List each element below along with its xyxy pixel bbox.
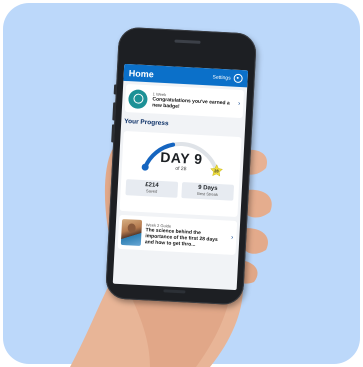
- phone-button: [113, 84, 118, 95]
- guide-thumbnail: [120, 218, 143, 247]
- gear-icon: [233, 73, 243, 84]
- app-screen: Home Settings 1 Week Congratulations you…: [112, 63, 249, 291]
- settings-label: Settings: [212, 74, 231, 81]
- guide-card[interactable]: Week 2 Guide The science behind the impo…: [117, 214, 238, 255]
- page-title: Home: [128, 67, 155, 79]
- streak-stat: 9 Days Best Streak: [181, 182, 235, 201]
- settings-button[interactable]: Settings: [212, 73, 243, 84]
- chevron-right-icon: ›: [230, 234, 234, 242]
- progress-card: 28 DAY 9 of 28 £214 Saved 9 Days Best St…: [119, 130, 242, 218]
- guide-title: The science behind the importance of the…: [144, 226, 218, 248]
- badge-icon: [127, 88, 148, 109]
- phone: Home Settings 1 Week Congratulations you…: [104, 26, 258, 306]
- saved-stat: £214 Saved: [125, 179, 179, 198]
- chevron-right-icon: ›: [237, 100, 241, 108]
